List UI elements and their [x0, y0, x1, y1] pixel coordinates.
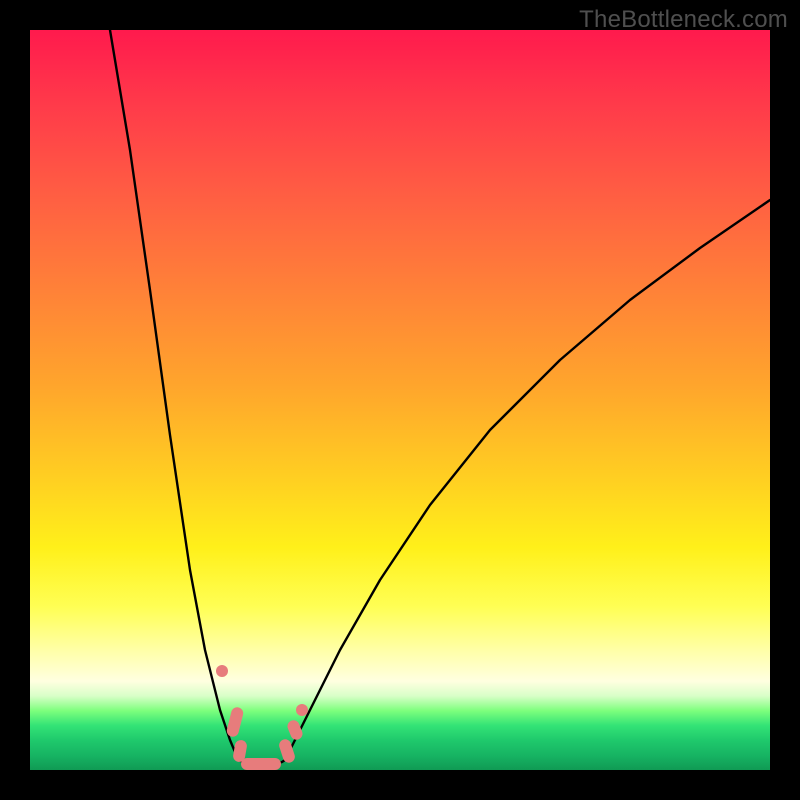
right-upper-dot [296, 704, 308, 716]
chart-frame: TheBottleneck.com [0, 0, 800, 800]
left-upper-dot [216, 665, 228, 677]
floor-pill [241, 758, 281, 770]
plot-area [30, 30, 770, 770]
left-lower-pill [226, 706, 245, 738]
right-lower-pill [286, 718, 305, 741]
curve-layer [30, 30, 770, 770]
bottleneck-curve [110, 30, 770, 764]
